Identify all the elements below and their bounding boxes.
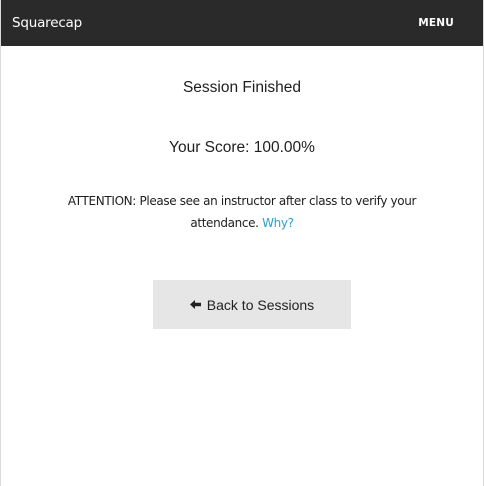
- menu-button[interactable]: MENU: [418, 17, 454, 29]
- why-link[interactable]: Why?: [262, 216, 294, 230]
- top-navbar: Squarecap MENU: [1, 0, 483, 46]
- attention-message: ATTENTION: Please see an instructor afte…: [45, 190, 439, 234]
- app-frame: Squarecap MENU Session Finished Your Sco…: [0, 0, 484, 486]
- back-to-sessions-label: Back to Sessions: [206, 296, 315, 313]
- score-text: Your Score: 100.00%: [169, 139, 315, 156]
- arrow-left-icon: [189, 300, 201, 309]
- attention-text: ATTENTION: Please see an instructor afte…: [67, 194, 417, 230]
- brand-logo-text[interactable]: Squarecap: [12, 15, 82, 31]
- session-finished-title: Session Finished: [182, 79, 302, 96]
- back-to-sessions-button[interactable]: Back to Sessions: [153, 280, 351, 329]
